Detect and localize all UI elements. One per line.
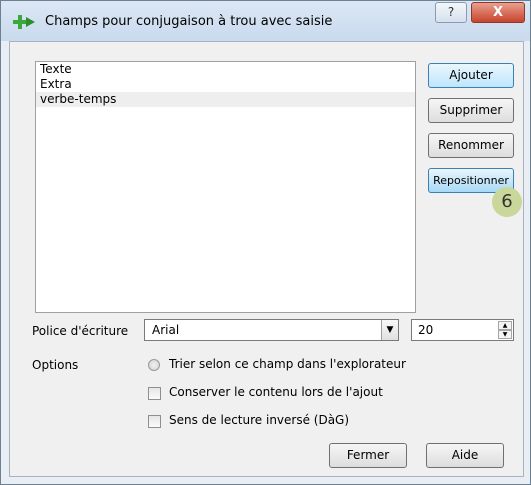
keep-content-checkbox[interactable] [148,387,161,400]
close-icon: X [492,5,504,20]
step-badge: 6 [492,187,522,217]
fields-listbox[interactable]: Texte Extra verbe-temps [35,61,416,313]
close-button[interactable]: Fermer [329,443,407,468]
spin-down-icon[interactable]: ▼ [498,330,512,339]
title-bar[interactable]: Champs pour conjugaison à trou avec sais… [1,1,530,41]
spin-buttons: ▲ ▼ [498,321,512,339]
help-button[interactable]: Aide [426,443,504,468]
font-size-value: 20 [418,323,434,337]
font-select-value: Arial [152,323,180,337]
list-item[interactable]: Texte [36,62,415,77]
dialog-body: Texte Extra verbe-temps Ajouter Supprime… [9,41,524,477]
chevron-down-icon[interactable]: ▼ [381,320,398,340]
window-title: Champs pour conjugaison à trou avec sais… [45,14,333,29]
sort-option-label: Trier selon ce champ dans l'explorateur [169,357,406,371]
reverse-reading-label: Sens de lecture inversé (DàG) [169,413,350,427]
help-title-button[interactable]: ? [435,2,467,23]
green-plus-arrow-icon [13,15,35,29]
list-item-selected[interactable]: verbe-temps [36,92,415,107]
sort-radio[interactable] [148,359,160,371]
question-icon: ? [447,5,455,19]
font-label: Police d'écriture [32,324,129,338]
rename-button[interactable]: Renommer [428,133,514,158]
dialog-window: Champs pour conjugaison à trou avec sais… [0,0,531,485]
font-size-spinner[interactable]: 20 ▲ ▼ [411,319,514,341]
list-item[interactable]: Extra [36,77,415,92]
options-label: Options [32,358,79,372]
keep-content-label: Conserver le contenu lors de l'ajout [169,385,383,399]
delete-button[interactable]: Supprimer [428,98,514,123]
reverse-reading-checkbox[interactable] [148,415,161,428]
close-title-button[interactable]: X [471,2,525,23]
font-select[interactable]: Arial ▼ [144,319,399,341]
spin-up-icon[interactable]: ▲ [498,321,512,330]
add-button[interactable]: Ajouter [428,63,514,88]
